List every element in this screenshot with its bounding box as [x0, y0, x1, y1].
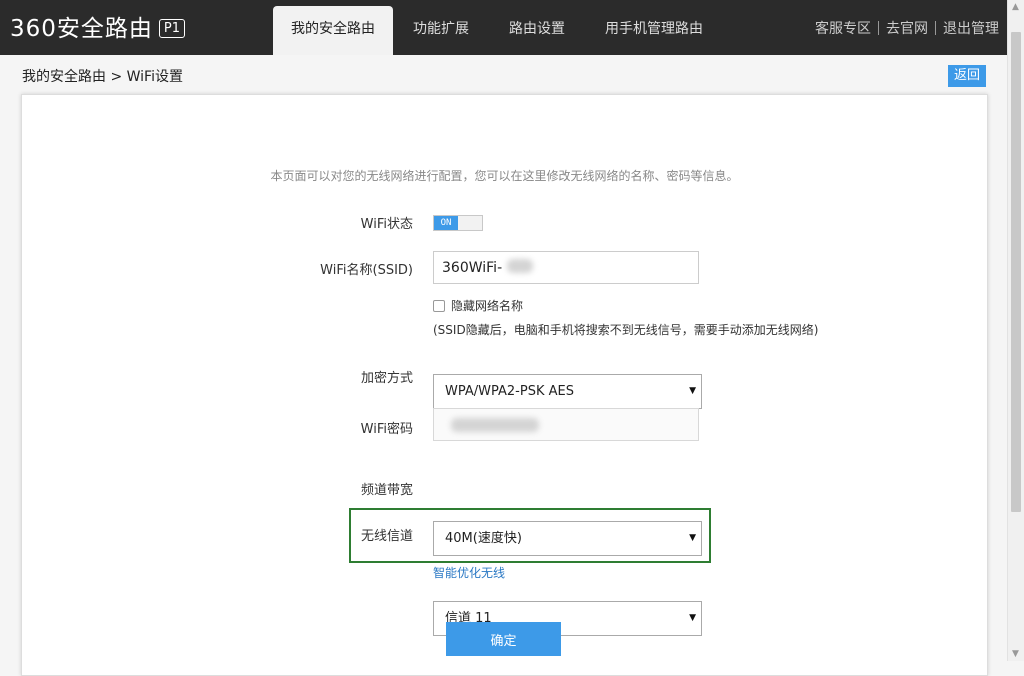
hide-ssid-row[interactable]: 隐藏网络名称 — [433, 297, 523, 314]
wifi-password-label: WiFi密码 — [360, 422, 413, 437]
hide-ssid-hint: (SSID隐藏后，电脑和手机将搜索不到无线信号，需要手动添加无线网络) — [433, 323, 819, 337]
encryption-label: 加密方式 — [360, 371, 413, 386]
logo-badge: P1 — [158, 19, 186, 38]
official-site-link[interactable]: 去官网 — [879, 18, 935, 38]
tab-mobile-management[interactable]: 用手机管理路由 — [585, 6, 723, 55]
wifi-status-label: WiFi状态 — [360, 217, 413, 232]
main-tabs: 我的安全路由 功能扩展 路由设置 用手机管理路由 — [273, 6, 723, 55]
encryption-value: WPA/WPA2-PSK AES — [445, 384, 574, 399]
tab-extensions[interactable]: 功能扩展 — [393, 6, 489, 55]
redacted-mask — [451, 418, 539, 432]
tab-my-router[interactable]: 我的安全路由 — [273, 6, 393, 55]
scroll-up-icon[interactable]: ▲ — [1012, 2, 1019, 12]
logo: 360安全路由 P1 — [10, 14, 186, 44]
ssid-input[interactable] — [433, 251, 699, 284]
bandwidth-label: 频道带宽 — [360, 483, 413, 498]
back-button[interactable]: 返回 — [948, 65, 986, 87]
customer-service-link[interactable]: 客服专区 — [808, 18, 878, 38]
redacted-mask — [507, 259, 533, 273]
logo-text: 360安全路由 — [10, 16, 153, 42]
scrollbar-thumb[interactable] — [1011, 32, 1021, 512]
logout-link[interactable]: 退出管理 — [936, 18, 1006, 38]
dropdown-arrow-icon: ▼ — [689, 613, 696, 623]
confirm-button[interactable]: 确定 — [446, 622, 561, 656]
ssid-label: WiFi名称(SSID) — [320, 263, 413, 278]
password-field-wrap — [433, 408, 699, 441]
breadcrumb: 我的安全路由 > WiFi设置 — [22, 69, 183, 85]
hide-ssid-label: 隐藏网络名称 — [451, 299, 524, 313]
wifi-status-toggle[interactable]: ON — [433, 215, 483, 231]
encryption-select[interactable]: WPA/WPA2-PSK AES ▼ — [433, 374, 702, 409]
page-description: 本页面可以对您的无线网络进行配置，您可以在这里修改无线网络的名称、密码等信息。 — [270, 169, 739, 183]
dropdown-arrow-icon: ▼ — [689, 386, 696, 396]
vertical-scrollbar[interactable]: ▲ ▼ — [1007, 0, 1024, 661]
channel-label: 无线信道 — [360, 529, 413, 544]
scroll-down-icon[interactable]: ▼ — [1012, 649, 1019, 659]
tab-router-settings[interactable]: 路由设置 — [489, 6, 585, 55]
wifi-settings-panel: 本页面可以对您的无线网络进行配置，您可以在这里修改无线网络的名称、密码等信息。 … — [21, 94, 988, 676]
top-navigation-bar: 360安全路由 P1 我的安全路由 功能扩展 路由设置 用手机管理路由 客服专区 … — [0, 0, 1008, 55]
toggle-on-indicator: ON — [434, 216, 458, 230]
smart-optimize-link[interactable]: 智能优化无线 — [433, 564, 505, 581]
header-links: 客服专区 去官网 退出管理 — [808, 0, 1006, 55]
ssid-field-wrap — [433, 251, 699, 284]
hide-ssid-checkbox[interactable] — [433, 299, 445, 312]
